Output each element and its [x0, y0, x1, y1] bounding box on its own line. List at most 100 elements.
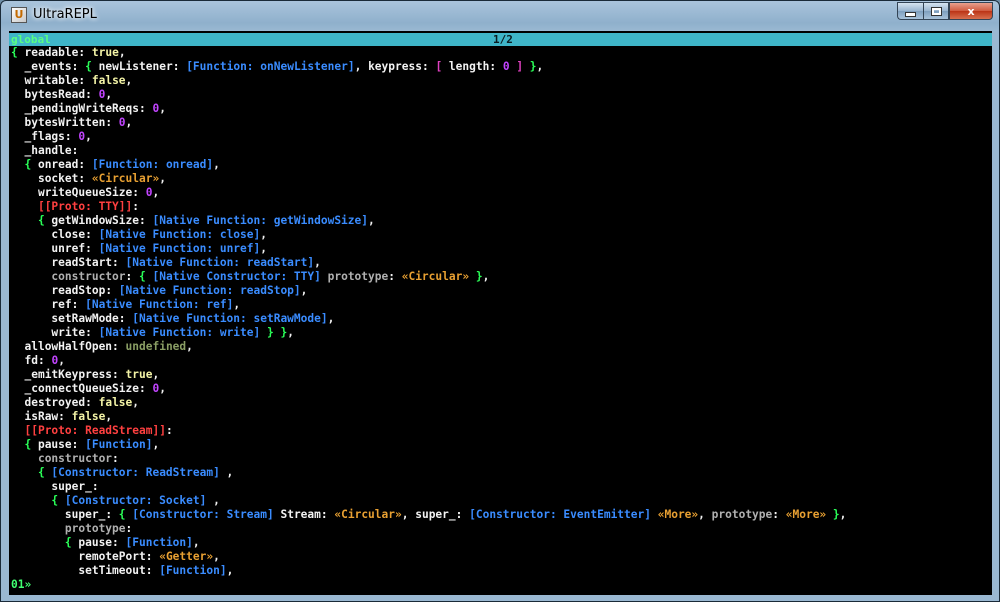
output-token: : — [145, 564, 160, 577]
output-token: , — [206, 494, 220, 507]
output-token: [Function: onread] — [91, 158, 214, 171]
output-line: [[Proto: ReadStream]]: — [11, 424, 992, 438]
output-token: getWindowSize — [51, 214, 139, 227]
output-token: bytesWritten — [24, 116, 106, 129]
output-token: _pendingWriteReqs — [24, 102, 139, 115]
output-token — [11, 172, 38, 185]
title-bar[interactable]: U UltraREPL x — [1, 1, 999, 29]
output-token: «More» — [785, 508, 827, 521]
output-token — [11, 326, 51, 339]
output-token: : — [112, 340, 126, 353]
output-token: [Native Function: getWindowSize] — [152, 214, 369, 227]
output-line: super_: — [11, 480, 992, 494]
output-token: : — [112, 536, 126, 549]
output-token: constructor — [37, 452, 113, 465]
output-token: : — [85, 88, 99, 101]
output-token: _connectQueueSize — [24, 382, 139, 395]
output-token: { — [11, 214, 52, 227]
output-token — [11, 480, 51, 493]
output-line: _handle: — [11, 144, 992, 158]
output-token — [11, 508, 65, 521]
output-token: , — [152, 186, 160, 199]
output-token: , — [368, 214, 375, 227]
output-token — [11, 60, 24, 73]
output-area: { readable: true, _events: { newListener… — [11, 46, 992, 578]
minimize-button[interactable] — [897, 2, 923, 20]
output-line: constructor: — [11, 452, 992, 466]
output-token: : — [71, 144, 79, 157]
output-line: bytesWritten: 0, — [11, 116, 992, 130]
close-icon: x — [967, 4, 975, 18]
output-token: constructor — [51, 270, 126, 283]
output-token: , — [226, 564, 234, 577]
repl-prompt[interactable]: 01» — [11, 578, 31, 592]
output-token: [[Proto: ReadStream]] — [24, 424, 166, 437]
output-token: : — [489, 60, 503, 73]
status-bar: global 1/2 — [9, 33, 992, 46]
output-token: prototype — [320, 270, 389, 283]
output-token: [Native Function: ref] — [85, 298, 234, 311]
output-token: [Native Function: close] — [98, 228, 261, 241]
output-token: close — [51, 228, 86, 241]
output-token: prototype — [64, 522, 126, 535]
output-token: : — [138, 214, 153, 227]
output-token: , — [132, 396, 140, 409]
scrollbar[interactable] — [993, 31, 998, 595]
output-token: : — [145, 550, 160, 563]
output-token: { — [11, 46, 25, 59]
output-token: true — [125, 368, 153, 381]
output-token — [11, 270, 51, 283]
output-token: : — [320, 508, 335, 521]
output-token: fd — [24, 354, 38, 367]
output-line: { getWindowSize: [Native Function: getWi… — [11, 214, 992, 228]
terminal-view[interactable]: global 1/2 { readable: true, _events: { … — [9, 31, 992, 595]
output-token: : — [71, 60, 86, 73]
output-token: : — [112, 256, 126, 269]
output-token: [Function] — [85, 438, 153, 451]
output-token: true — [91, 46, 119, 59]
output-token: : — [132, 200, 139, 213]
output-token: { — [139, 270, 153, 283]
output-token: : — [85, 242, 99, 255]
output-token: { — [11, 466, 52, 479]
app-icon[interactable]: U — [11, 7, 27, 23]
output-token: , — [300, 284, 308, 297]
output-token: _handle — [24, 144, 72, 157]
output-token: writeQueueSize — [37, 186, 133, 199]
output-token — [11, 340, 24, 353]
output-line: remotePort: «Getter», — [11, 550, 992, 564]
output-token: : — [58, 410, 72, 423]
output-token: «Circular» — [91, 172, 160, 185]
output-token: [Native Function: readStart] — [125, 256, 315, 269]
output-token — [11, 130, 24, 143]
output-token: : — [37, 354, 52, 367]
output-token: , — [213, 550, 220, 563]
output-line: allowHalfOpen: undefined, — [11, 340, 992, 354]
context-name: global — [11, 33, 51, 46]
output-token: length — [448, 60, 490, 73]
output-token: pause — [37, 438, 72, 451]
output-token: : — [91, 480, 99, 493]
output-token: , — [698, 508, 712, 521]
output-token — [11, 424, 24, 437]
output-token: [Function: onNewListener] — [186, 60, 355, 73]
output-line: destroyed: false, — [11, 396, 992, 410]
output-token: remotePort — [78, 550, 146, 563]
output-token: , — [213, 158, 220, 171]
output-token: isRaw — [24, 410, 59, 423]
output-token: { — [11, 158, 38, 171]
output-token: : — [112, 368, 126, 381]
output-token: , — [105, 88, 113, 101]
output-token: : — [105, 284, 119, 297]
output-token: unref — [51, 242, 86, 255]
close-button[interactable]: x — [949, 2, 993, 20]
output-token: , — [233, 298, 241, 311]
output-token — [11, 200, 38, 213]
output-token: } — [469, 270, 483, 283]
maximize-button[interactable] — [923, 2, 949, 20]
output-token: , — [219, 466, 234, 479]
output-token: : — [772, 508, 786, 521]
output-token: : — [85, 228, 99, 241]
output-token: [Native Function: write] — [98, 326, 261, 339]
output-token: false — [91, 74, 126, 87]
